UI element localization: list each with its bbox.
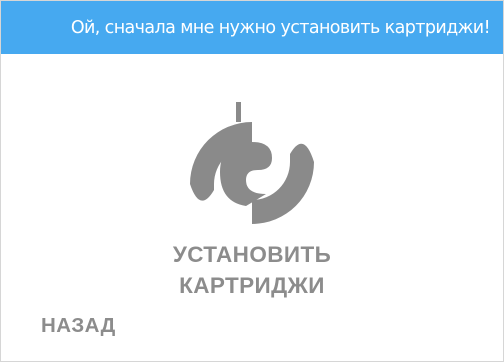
install-label: УСТАНОВИТЬ КАРТРИДЖИ	[1, 239, 503, 301]
install-cartridges-button[interactable]: УСТАНОВИТЬ КАРТРИДЖИ	[1, 96, 503, 306]
header-bar: Ой, сначала мне нужно установить картрид…	[1, 1, 503, 54]
back-button[interactable]: НАЗАД	[41, 314, 116, 338]
header-message: Ой, сначала мне нужно установить картрид…	[70, 17, 491, 38]
cartridge-icon	[190, 102, 314, 224]
printer-screen: Ой, сначала мне нужно установить картрид…	[0, 0, 504, 362]
install-label-line2: КАРТРИДЖИ	[179, 273, 325, 298]
install-label-line1: УСТАНОВИТЬ	[172, 242, 332, 267]
